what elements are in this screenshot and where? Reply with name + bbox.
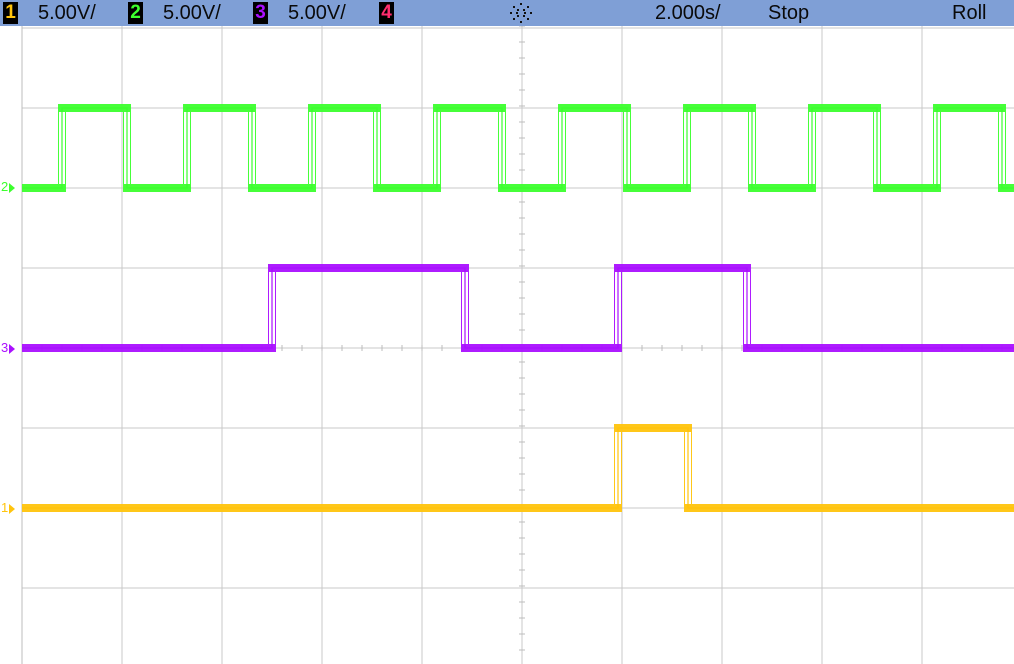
timebase-readout[interactable]: 2.000s/ (655, 0, 721, 26)
oscilloscope-display: 1 5.00V/ 2 5.00V/ 3 5.00V/ 4 2.000s/ Sto… (0, 0, 1014, 664)
trigger-mode-icon[interactable] (508, 2, 534, 24)
channel-1-trace-band (22, 424, 1014, 512)
channel-2-trace-band (22, 104, 1014, 192)
run-state-readout[interactable]: Stop (768, 0, 809, 26)
waveform-area: 2 3 1 (0, 25, 1014, 664)
channel-2-ground-marker[interactable]: 2 (1, 179, 16, 194)
channel-2-marker-label: 2 (1, 179, 9, 194)
channel-4-badge[interactable]: 4 (379, 2, 394, 24)
channel-2-badge[interactable]: 2 (128, 2, 143, 24)
ground-arrow-icon (9, 503, 16, 514)
channel-3-marker-label: 3 (1, 340, 9, 355)
channel-3-ground-marker[interactable]: 3 (1, 340, 16, 355)
channel-3-scale[interactable]: 5.00V/ (288, 0, 346, 26)
channel-1-marker-label: 1 (1, 500, 9, 515)
channel-3-badge[interactable]: 3 (253, 2, 268, 24)
channel-1-badge[interactable]: 1 (3, 2, 18, 24)
channel-1-scale[interactable]: 5.00V/ (38, 0, 96, 26)
acquisition-mode-readout[interactable]: Roll (952, 0, 986, 26)
waveform-canvas (21, 25, 1014, 664)
status-bar: 1 5.00V/ 2 5.00V/ 3 5.00V/ 4 2.000s/ Sto… (0, 0, 1014, 26)
channel-2-trace-edges (22, 107, 1014, 189)
channel-2-scale[interactable]: 5.00V/ (163, 0, 221, 26)
ground-arrow-icon (9, 343, 16, 354)
trigger-mode-icon-graphic (510, 3, 532, 23)
channel-3-trace-band (22, 264, 1014, 352)
ground-arrow-icon (9, 182, 16, 193)
channel-1-ground-marker[interactable]: 1 (1, 500, 16, 515)
channel-1-trace-edges (22, 427, 1014, 509)
channel-3-trace-edges (22, 267, 1014, 349)
